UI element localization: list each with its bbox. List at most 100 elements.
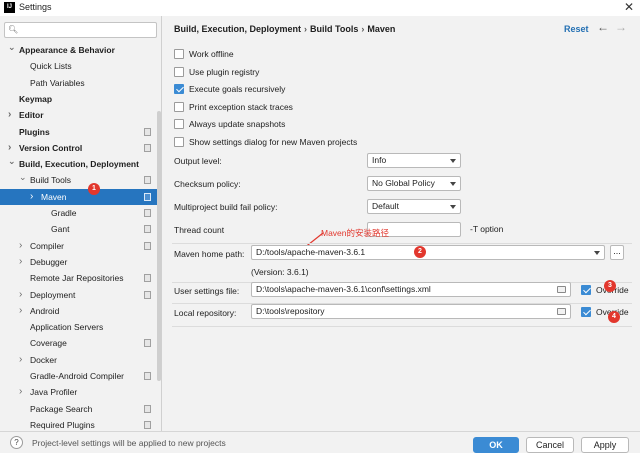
breadcrumb-part-build-execution: Build, Execution, Deployment [174,24,302,34]
close-icon[interactable]: ✕ [624,0,634,15]
sidebar-item-docker[interactable]: › Docker [0,352,157,368]
sidebar-item-label: Docker [30,354,57,365]
sidebar-item-label: Path Variables [30,77,85,88]
sidebar-item-appearance-behavior[interactable]: ⌄ Appearance & Behavior [0,42,157,58]
project-scope-icon [144,372,151,380]
chevron-down-icon [450,182,456,186]
checksum-policy-select[interactable]: No Global Policy [367,176,461,191]
sidebar-item-label: Build, Execution, Deployment [19,159,139,170]
folder-icon[interactable] [557,286,566,293]
local-repository-override-checkbox[interactable] [581,307,591,317]
project-scope-icon [144,143,151,152]
browse-maven-home-button[interactable]: ... [610,245,624,260]
chevron-right-icon[interactable]: › [30,189,33,205]
checksum-policy-value: No Global Policy [372,178,435,188]
sidebar-item-editor[interactable]: › Editor [0,107,157,123]
sidebar-item-coverage[interactable]: Coverage [0,335,157,351]
project-scope-icon [144,241,151,250]
sidebar-item-java-profiler[interactable]: › Java Profiler [0,384,157,400]
work-offline-checkbox[interactable] [174,49,184,59]
sidebar-item-label: Coverage [30,338,67,349]
chevron-right-icon[interactable]: › [19,254,22,270]
chevron-down-icon[interactable]: ⌄ [8,153,16,169]
sidebar-item-keymap[interactable]: Keymap [0,91,157,107]
output-level-label: Output level: [174,156,222,166]
update-snapshots-label: Always update snapshots [189,119,286,129]
project-scope-icon [144,404,151,413]
divider [172,243,632,244]
sidebar-item-build-tools[interactable]: ⌄ Build Tools [0,172,157,188]
chevron-right-icon[interactable]: › [19,238,22,254]
fail-policy-select[interactable]: Default [367,199,461,214]
execute-goals-label: Execute goals recursively [189,84,286,94]
chevron-down-icon[interactable] [594,251,600,255]
show-settings-dialog-label: Show settings dialog for new Maven proje… [189,137,358,147]
breadcrumb-part-build-tools: Build Tools [310,24,359,34]
sidebar-item-maven[interactable]: › Maven [0,188,157,205]
sidebar-item-gradle-android-compiler[interactable]: Gradle-Android Compiler [0,368,157,384]
user-settings-override-checkbox[interactable] [581,285,591,295]
chevron-down-icon[interactable]: ⌄ [8,39,16,55]
sidebar-item-label: Keymap [19,93,53,104]
sidebar-item-remote-jar-repositories[interactable]: Remote Jar Repositories [0,270,157,286]
reset-link[interactable]: Reset [564,24,589,34]
breadcrumb-separator: › [304,24,308,34]
sidebar-item-gradle[interactable]: Gradle [0,205,157,221]
project-scope-icon [144,274,151,283]
local-repository-input[interactable]: D:\tools\repository [251,304,571,319]
maven-home-label: Maven home path: [174,249,245,259]
output-level-select[interactable]: Info [367,153,461,168]
print-exception-checkbox[interactable] [174,102,184,112]
sidebar-item-application-servers[interactable]: Application Servers [0,319,157,335]
plugin-registry-label: Use plugin registry [189,67,260,77]
execute-goals-checkbox[interactable] [174,84,184,94]
sidebar-item-label: Package Search [30,403,93,414]
forward-arrow-icon[interactable]: → [615,20,627,34]
chevron-down-icon [450,159,456,163]
sidebar-item-quick-lists[interactable]: Quick Lists [0,58,157,74]
back-arrow-icon[interactable]: ← [597,20,609,34]
thread-count-label: Thread count [174,225,225,235]
sidebar-item-package-search[interactable]: Package Search [0,401,157,417]
chevron-right-icon[interactable]: › [8,107,11,123]
sidebar-item-label: Application Servers [30,322,104,333]
sidebar-item-compiler[interactable]: › Compiler [0,238,157,254]
sidebar-item-debugger[interactable]: › Debugger [0,254,157,270]
show-settings-dialog-checkbox[interactable] [174,137,184,147]
chevron-down-icon [450,205,456,209]
sidebar-item-label: Quick Lists [30,61,72,72]
footer-note: Project-level settings will be applied t… [32,438,226,448]
sidebar-item-label: Remote Jar Repositories [30,273,124,284]
work-offline-label: Work offline [189,49,234,59]
help-icon[interactable]: ? [10,436,23,449]
chevron-right-icon[interactable]: › [19,352,22,368]
plugin-registry-checkbox[interactable] [174,67,184,77]
output-level-value: Info [372,155,387,165]
maven-home-input[interactable]: D:/tools/apache-maven-3.6.1 [251,245,605,260]
chevron-right-icon[interactable]: › [19,303,22,319]
window-title: Settings [19,2,52,12]
user-settings-label: User settings file: [174,286,240,296]
folder-icon[interactable] [557,308,566,315]
sidebar-item-label: Java Profiler [30,387,78,398]
settings-search-box[interactable]: 🔍︎ [4,22,157,38]
user-settings-input[interactable]: D:\tools\apache-maven-3.6.1\conf\setting… [251,282,571,297]
sidebar-item-version-control[interactable]: › Version Control [0,140,157,156]
sidebar-item-gant[interactable]: Gant [0,221,157,237]
sidebar-scrollbar[interactable] [157,111,161,381]
sidebar-item-android[interactable]: › Android [0,303,157,319]
sidebar-item-deployment[interactable]: › Deployment [0,287,157,303]
settings-sidebar: 🔍︎ ⌄ Appearance & Behavior Quick Lists Path… [0,16,162,431]
sidebar-item-label: Android [30,305,60,316]
chevron-down-icon[interactable]: ⌄ [19,169,27,185]
breadcrumb-part-maven: Maven [367,24,396,34]
chevron-right-icon[interactable]: › [19,287,22,303]
sidebar-item-label: Plugins [19,126,50,137]
local-repository-label: Local repository: [174,308,237,318]
settings-search-input[interactable] [19,24,154,36]
chevron-right-icon[interactable]: › [19,384,22,400]
update-snapshots-checkbox[interactable] [174,119,184,129]
local-repository-value: D:\tools\repository [256,306,325,316]
sidebar-item-plugins[interactable]: Plugins [0,124,157,140]
sidebar-item-path-variables[interactable]: Path Variables [0,75,157,91]
